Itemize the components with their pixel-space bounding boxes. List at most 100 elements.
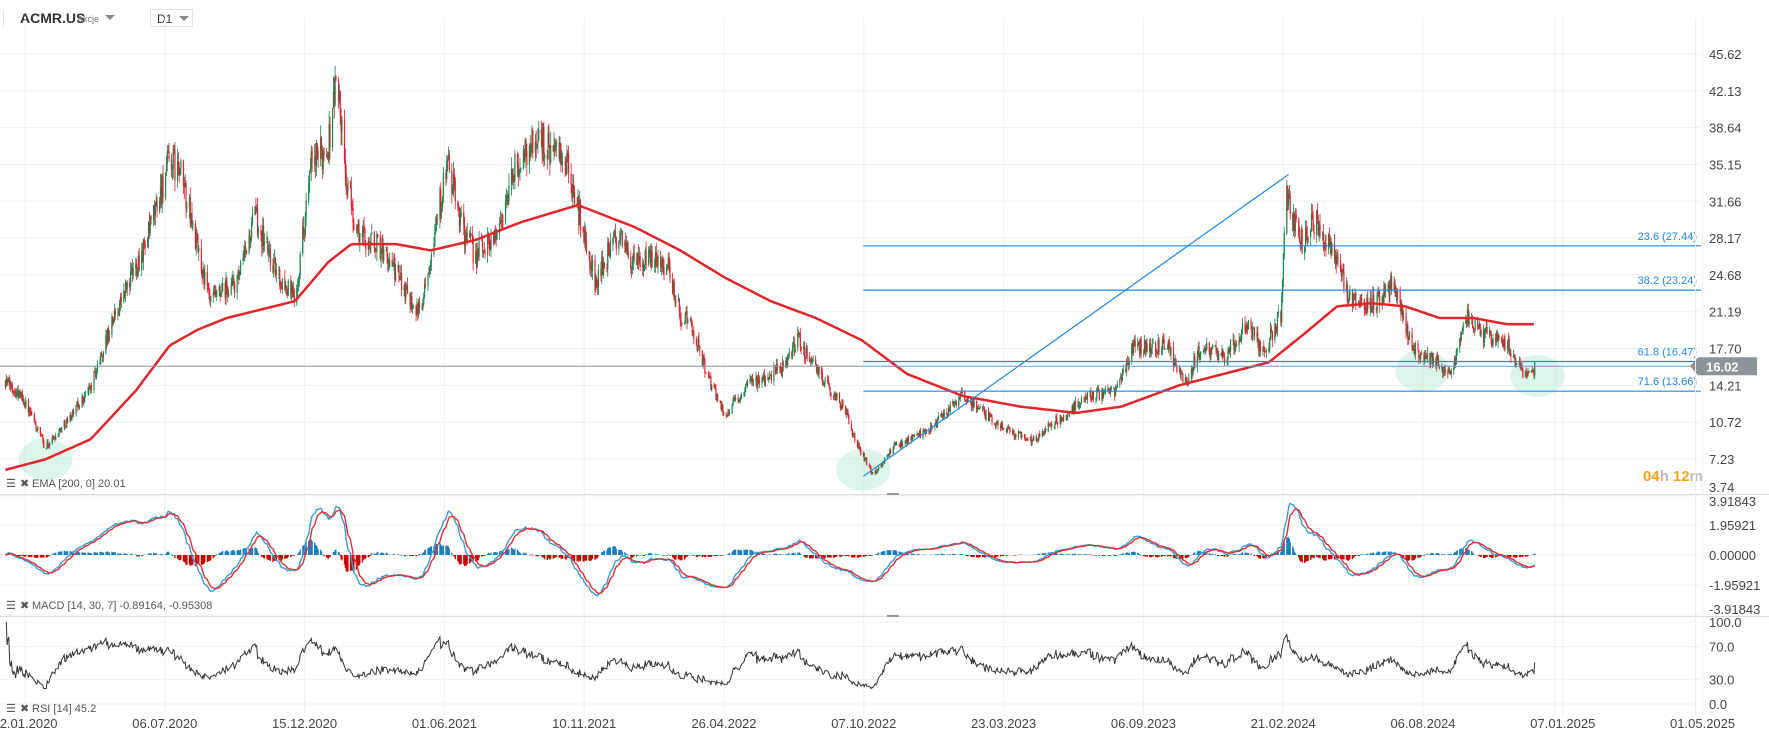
candle-body — [446, 159, 449, 162]
candle-body — [418, 302, 421, 308]
timer-h-unit: h — [1660, 468, 1669, 485]
candle-body — [858, 442, 860, 448]
candle-body — [648, 249, 650, 265]
candle-body — [49, 443, 51, 447]
candle-body — [37, 427, 39, 431]
candle-body — [943, 412, 945, 418]
date-axis[interactable]: 22.01.2020 06.07.2020 15.12.2020 01.06.2021… — [0, 716, 1735, 731]
date-tick-label: 07.10.2022 — [831, 716, 896, 731]
candle-body — [233, 277, 235, 284]
candle-body — [681, 322, 683, 324]
candle-body — [341, 119, 343, 132]
candle-body — [618, 242, 620, 249]
candle-body — [924, 429, 926, 432]
candle-body — [371, 232, 373, 234]
candle-body — [1282, 255, 1285, 280]
candle-body — [1002, 427, 1004, 429]
candle-body — [550, 145, 552, 163]
settings-icon[interactable]: ☰ — [6, 478, 16, 490]
candle-body — [711, 384, 713, 390]
price-axis[interactable]: 45.62 42.13 38.64 35.15 31.66 28.17 24.68 21.19… — [1709, 47, 1742, 495]
candle-body — [343, 119, 346, 161]
candle-body — [1472, 327, 1474, 330]
rsi-legend: ☰ ✖ RSI [14] 45.2 — [6, 703, 96, 715]
candle-body — [297, 286, 299, 288]
candle-body — [1489, 330, 1492, 335]
candle-body — [654, 266, 656, 268]
candle-body — [102, 352, 104, 357]
candle-body — [1210, 347, 1212, 358]
trendline[interactable] — [863, 173, 1289, 477]
candle-body — [687, 320, 689, 324]
candle-body — [1244, 322, 1246, 330]
candle-body — [834, 393, 836, 397]
candle-body — [1252, 328, 1254, 340]
candle-body — [683, 322, 686, 324]
price-tick-label: 24.68 — [1709, 268, 1742, 283]
candle-body — [29, 408, 31, 412]
candle-body — [907, 437, 910, 442]
candle-body — [173, 148, 175, 151]
candle-body — [988, 414, 991, 422]
macd-tick-label: 3.91843 — [1709, 494, 1756, 509]
candle-body — [279, 269, 281, 286]
candle-body — [323, 151, 325, 156]
candle-body — [973, 400, 975, 407]
candle-body — [287, 280, 289, 296]
candle-body — [204, 271, 206, 285]
candle-body — [1310, 230, 1312, 238]
remove-icon[interactable]: ✖ — [20, 478, 29, 490]
candle-body — [452, 191, 454, 195]
candle-body — [1525, 371, 1527, 374]
candle-body — [744, 388, 746, 393]
candle-body — [356, 228, 358, 230]
candle-body — [298, 274, 300, 282]
candle-body — [1312, 219, 1314, 232]
candle-body — [1346, 284, 1348, 301]
remove-icon[interactable]: ✖ — [20, 600, 29, 612]
candle-body — [662, 258, 664, 268]
candle-body — [196, 233, 198, 235]
price-tick-label: 17.70 — [1709, 342, 1742, 357]
candle-body — [1223, 355, 1225, 358]
candle-body — [643, 265, 646, 272]
candle-body — [251, 214, 254, 223]
resize-handle[interactable] — [887, 615, 899, 617]
candle-body — [526, 150, 528, 166]
candle-body — [1442, 370, 1445, 374]
candle-body — [251, 222, 253, 238]
candle-body — [1510, 353, 1512, 358]
remove-icon[interactable]: ✖ — [20, 703, 29, 715]
candle-body — [446, 161, 448, 180]
candle-body — [1150, 348, 1152, 354]
candle-body — [917, 433, 919, 436]
candle-body — [532, 129, 534, 153]
rsi-tick-label: 100.0 — [1709, 615, 1742, 630]
candle-body — [34, 422, 36, 425]
candle-body — [538, 129, 540, 141]
candle-body — [1426, 352, 1428, 359]
price-chart[interactable]: 23.6 (27.44) 38.2 (23.24) 61.8 (16.47) 71.6… — [0, 0, 1769, 740]
candle-body — [411, 295, 413, 309]
date-tick-label: 23.03.2023 — [971, 716, 1036, 731]
settings-icon[interactable]: ☰ — [6, 600, 16, 612]
candle-body — [1385, 291, 1387, 293]
candle-body — [427, 273, 429, 286]
candle-body — [1342, 268, 1344, 271]
candle-body — [39, 427, 41, 435]
candle-body — [860, 449, 862, 455]
candle-body — [96, 364, 99, 373]
candle-body — [680, 320, 682, 324]
price-tick-label: 28.17 — [1709, 231, 1742, 246]
candle-body — [236, 275, 238, 294]
settings-icon[interactable]: ☰ — [6, 703, 16, 715]
candle-body — [573, 191, 576, 204]
resize-handle[interactable] — [887, 493, 899, 495]
candle-body — [1250, 320, 1252, 327]
candle-body — [303, 226, 305, 235]
candle-body — [1247, 320, 1250, 330]
candle-body — [1155, 342, 1157, 353]
timer-m-unit: m — [1690, 468, 1703, 485]
candle-body — [800, 346, 802, 350]
candle-body — [519, 169, 521, 171]
